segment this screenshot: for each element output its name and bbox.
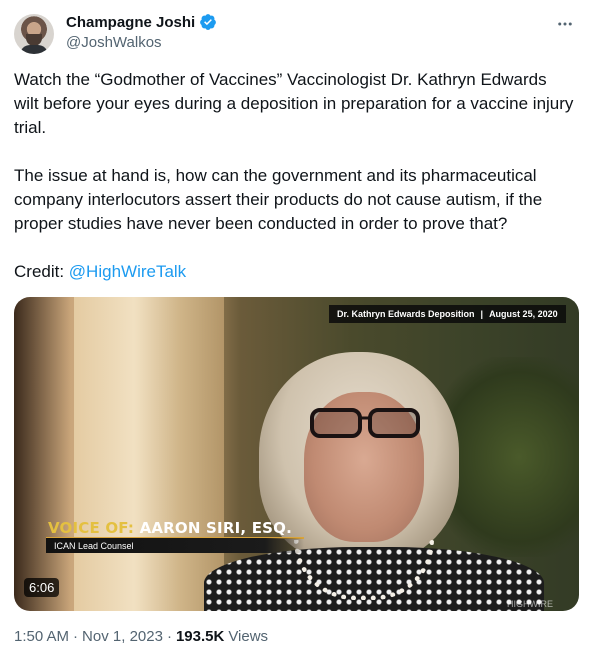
meta-dot: ·	[73, 628, 79, 645]
more-options-icon[interactable]	[553, 12, 577, 36]
author-name-row: Champagne Joshi	[66, 13, 217, 31]
avatar-shirt	[20, 45, 48, 54]
tweet-text: Watch the “Godmother of Vaccines” Vaccin…	[14, 68, 574, 308]
lower-third-subtitle: ICAN Lead Counsel	[46, 538, 304, 553]
author-handle[interactable]: @JoshWalkos	[66, 34, 162, 51]
tweet-date[interactable]: Nov 1, 2023	[82, 628, 163, 645]
lower-third-name: AARON SIRI, ESQ.	[134, 519, 292, 537]
video-player[interactable]: Dr. Kathryn Edwards Deposition | August …	[14, 297, 579, 611]
author-name[interactable]: Champagne Joshi	[66, 14, 195, 31]
video-person-glasses	[310, 408, 420, 438]
tweet-paragraph-2: The issue at hand is, how can the govern…	[14, 166, 543, 233]
tweet-credit: Credit: @HighWireTalk	[14, 260, 574, 284]
video-top-caption: Dr. Kathryn Edwards Deposition | August …	[329, 305, 566, 323]
credit-prefix: Credit:	[14, 262, 69, 281]
avatar[interactable]	[14, 14, 54, 54]
caption-title: Dr. Kathryn Edwards Deposition	[337, 309, 475, 319]
views-count: 193.5K	[175, 628, 225, 645]
tweet-paragraph-1: Watch the “Godmother of Vaccines” Vaccin…	[14, 70, 574, 137]
tweet-meta: 1:50 AM · Nov 1, 2023 · 193.5K Views	[14, 628, 268, 645]
video-duration-badge: 6:06	[24, 578, 60, 597]
video-watermark: HIGHWIRE	[507, 599, 553, 609]
caption-separator: |	[480, 309, 484, 319]
lower-third-title: VOICE OF: AARON SIRI, ESQ.	[48, 519, 292, 537]
meta-dot: ·	[166, 628, 172, 645]
credit-mention-link[interactable]: @HighWireTalk	[69, 262, 186, 281]
caption-date: August 25, 2020	[489, 309, 558, 319]
verified-badge-icon	[200, 14, 217, 30]
views-label: Views	[228, 628, 269, 645]
video-background-door	[74, 297, 224, 611]
lower-third-prefix: VOICE OF:	[48, 519, 135, 537]
tweet-time[interactable]: 1:50 AM	[14, 628, 69, 645]
